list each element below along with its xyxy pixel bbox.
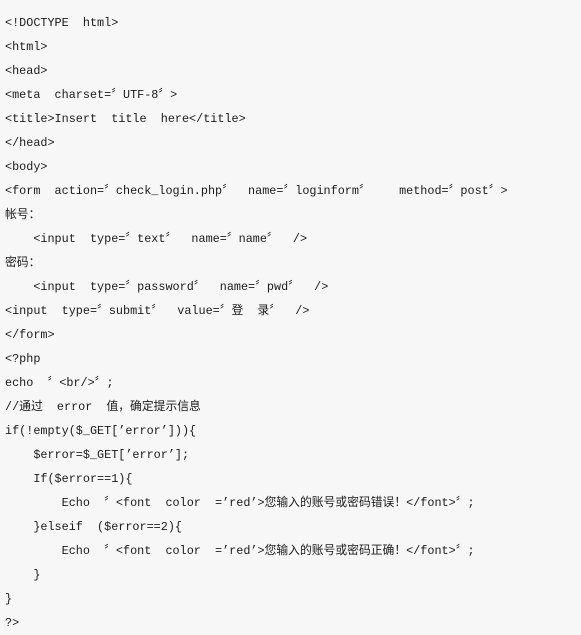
code-line: //通过 error 值，确定提示信息	[5, 400, 201, 414]
code-line: <body>	[5, 160, 48, 174]
code-line: Echo 〞<font color =’red’>您输入的账号或密码错误！</f…	[5, 496, 475, 510]
code-line: Echo 〞<font color =’red’>您输入的账号或密码正确！</f…	[5, 544, 475, 558]
code-line: <html>	[5, 40, 48, 54]
code-line: ?>	[5, 616, 20, 630]
code-line: <input type=〞text〞 name=〞name〞 />	[5, 232, 308, 246]
code-line: if(!empty($_GET[’error’])){	[5, 424, 197, 438]
code-line: echo 〞<br/>〞;	[5, 376, 114, 390]
code-line: If($error==1){	[5, 472, 133, 486]
code-line: 帐号：	[5, 208, 41, 222]
code-line: <head>	[5, 64, 48, 78]
code-line: <?php	[5, 352, 41, 366]
code-listing: <!DOCTYPE html> <html> <head> <meta charset…	[0, 0, 581, 635]
code-line: }	[5, 568, 41, 582]
code-line: }elseif ($error==2){	[5, 520, 182, 534]
code-line: <meta charset=〞UTF-8〞>	[5, 88, 178, 102]
code-line: <title>Insert title here</title>	[5, 112, 246, 126]
code-line: }	[5, 592, 13, 606]
code-line: </form>	[5, 328, 55, 342]
code-line: <!DOCTYPE html>	[5, 16, 119, 30]
code-line: <form action=〞check_login.php〞 name=〞log…	[5, 184, 508, 198]
code-line: <input type=〞submit〞 value=〞登 录〞 />	[5, 304, 310, 318]
code-line: <input type=〞password〞 name=〞pwd〞 />	[5, 280, 329, 294]
code-line: $error=$_GET[’error’];	[5, 448, 190, 462]
code-line: </head>	[5, 136, 55, 150]
code-line: 密码：	[5, 256, 41, 270]
